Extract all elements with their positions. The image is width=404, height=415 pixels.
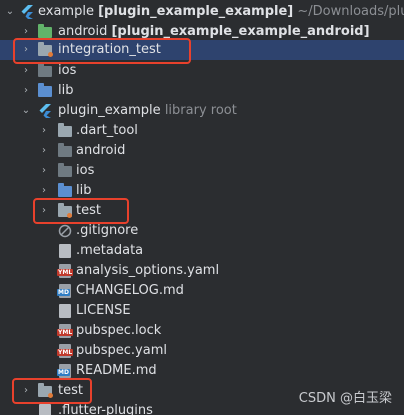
text-file-icon [59, 304, 71, 318]
tree-row-license[interactable]: LICENSE [0, 301, 404, 321]
tree-row-gitignore[interactable]: .gitignore [0, 221, 404, 241]
tree-row-pubspec-yaml[interactable]: YML pubspec.yaml [0, 341, 404, 361]
folder-icon [58, 163, 72, 177]
pubspec-lock-label: pubspec.lock [76, 323, 162, 338]
highlight-test-outer [12, 378, 92, 404]
tree-row-analysis-options[interactable]: YML analysis_options.yaml [0, 261, 404, 281]
tree-row-ios-inner[interactable]: › ios [0, 161, 404, 181]
yaml-tag: YML [57, 269, 74, 276]
chevron-down-icon[interactable]: ⌄ [4, 2, 16, 22]
lib-label: lib [58, 83, 74, 98]
tree-row-changelog[interactable]: MD CHANGELOG.md [0, 281, 404, 301]
tree-row-ios[interactable]: › ios [0, 61, 404, 81]
folder-icon [38, 63, 52, 77]
root-path: ~/Downloads/plugir [297, 4, 404, 19]
library-root-hint: library root [164, 103, 237, 118]
source-folder-icon [58, 183, 72, 197]
highlight-test-inner [33, 198, 129, 224]
folder-icon [58, 123, 72, 137]
source-folder-icon [38, 83, 52, 97]
text-file-icon [39, 404, 51, 415]
chevron-right-icon[interactable]: › [38, 121, 50, 141]
tree-row-android[interactable]: › android [0, 141, 404, 161]
ios-label: ios [58, 63, 77, 78]
license-label: LICENSE [76, 303, 131, 318]
tree-row-lib[interactable]: › lib [0, 81, 404, 101]
flutter-icon [39, 104, 51, 118]
text-file-icon [59, 244, 71, 258]
folder-icon [58, 143, 72, 157]
tree-row-example-root[interactable]: ⌄ example [plugin_example_example] ~/Dow… [0, 2, 404, 22]
tree-row-dart-tool[interactable]: › .dart_tool [0, 121, 404, 141]
root-folder-name: example [38, 4, 94, 19]
tree-row-metadata[interactable]: .metadata [0, 241, 404, 261]
md-tag: MD [57, 289, 70, 296]
plugin-example-label: plugin_example [58, 103, 161, 118]
yaml-tag: YML [57, 329, 74, 336]
dart-tool-label: .dart_tool [76, 123, 138, 138]
flutter-icon [21, 5, 33, 19]
android-label: android [76, 143, 126, 158]
chevron-right-icon[interactable]: › [38, 141, 50, 161]
watermark-text: CSDN @白玉梁 [298, 391, 392, 406]
ios-inner-label: ios [76, 163, 95, 178]
highlight-integration-test [13, 38, 191, 64]
root-module-name: [plugin_example_example] [98, 4, 294, 19]
metadata-label: .metadata [76, 243, 144, 258]
tree-row-plugin-example[interactable]: ⌄ plugin_example library root [0, 101, 404, 121]
yaml-tag: YML [57, 349, 74, 356]
chevron-right-icon[interactable]: › [38, 161, 50, 181]
android-module-id: [plugin_example_example_android] [111, 24, 370, 39]
no-entry-icon [58, 224, 72, 238]
pubspec-yaml-label: pubspec.yaml [76, 343, 167, 358]
chevron-right-icon[interactable]: › [20, 61, 32, 81]
gitignore-label: .gitignore [76, 223, 139, 238]
project-tree: ⌄ example [plugin_example_example] ~/Dow… [0, 0, 404, 415]
chevron-right-icon[interactable]: › [20, 81, 32, 101]
chevron-down-icon[interactable]: ⌄ [20, 101, 32, 121]
android-module-name: android [58, 24, 108, 39]
changelog-label: CHANGELOG.md [76, 283, 184, 298]
analysis-options-label: analysis_options.yaml [76, 263, 220, 278]
md-tag: MD [57, 369, 70, 376]
module-folder-icon [38, 24, 52, 38]
tree-row-pubspec-lock[interactable]: YML pubspec.lock [0, 321, 404, 341]
